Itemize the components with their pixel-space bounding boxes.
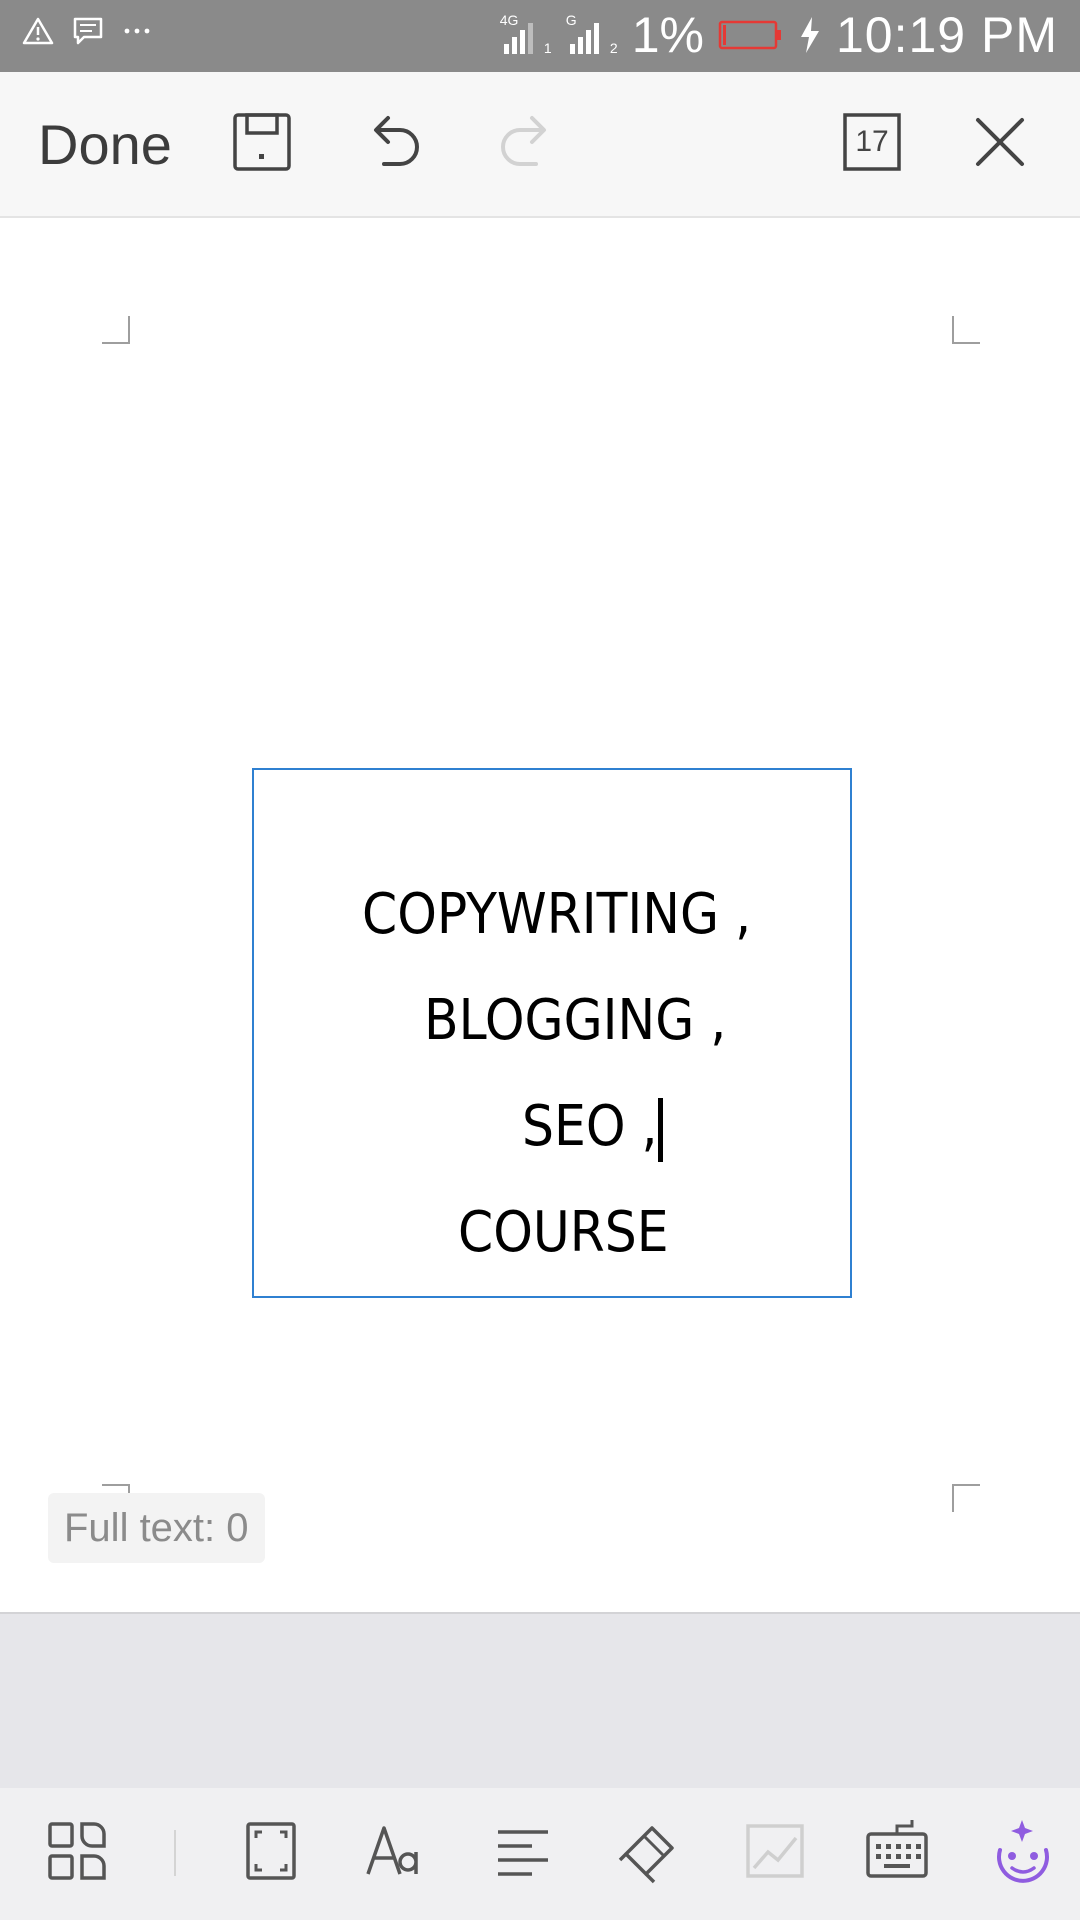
keyboard-placeholder-area <box>0 1612 1080 1790</box>
more-icon <box>124 28 150 34</box>
text-cursor <box>658 1098 663 1162</box>
signal-sim2: G 2 <box>566 12 618 58</box>
font-icon[interactable] <box>362 1816 432 1886</box>
done-button[interactable]: Done <box>38 112 172 177</box>
text-line-3[interactable]: SEO , <box>522 1094 658 1159</box>
margin-corner-bottom-right <box>952 1484 980 1512</box>
document-page[interactable]: COPYWRITING , BLOGGING , SEO , COURSE Fu… <box>0 218 1080 1610</box>
close-icon[interactable] <box>968 110 1032 174</box>
text-line-2[interactable]: BLOGGING , <box>424 988 726 1053</box>
clock: 10:19 PM <box>835 7 1058 63</box>
status-bar: 4G 1 G 2 1% 10:19 PM <box>0 0 1080 72</box>
margin-corner-top-right <box>952 316 980 344</box>
signal-icon <box>503 23 533 54</box>
battery-percent: 1% <box>631 7 704 63</box>
text-line-1[interactable]: COPYWRITING , <box>362 882 751 947</box>
sim-slot-1: 1 <box>543 40 552 56</box>
message-icon <box>73 17 103 45</box>
keyboard-icon[interactable] <box>862 1816 932 1886</box>
fullscreen-icon[interactable] <box>236 1816 306 1886</box>
assistant-icon[interactable] <box>988 1816 1058 1886</box>
toolbar-divider <box>174 1830 176 1876</box>
charging-icon <box>800 17 819 53</box>
battery-low-icon <box>718 20 781 50</box>
redo-icon[interactable] <box>494 110 558 174</box>
signal-sim1: 4G 1 <box>500 12 552 58</box>
apps-icon[interactable] <box>42 1816 112 1886</box>
status-left-icons <box>22 16 152 46</box>
undo-icon[interactable] <box>362 110 426 174</box>
bottom-toolbar <box>0 1788 1080 1920</box>
page-count: 17 <box>855 125 889 158</box>
paint-brush-icon[interactable] <box>614 1816 684 1886</box>
signal-icon <box>569 23 599 54</box>
align-left-icon[interactable] <box>488 1816 558 1886</box>
full-text-count: Full text: 0 <box>48 1493 265 1563</box>
save-icon[interactable] <box>230 110 294 174</box>
editor-toolbar: Done 17 <box>0 72 1080 218</box>
warning-icon <box>22 17 54 45</box>
status-right-icons: 4G 1 G 2 1% 10:19 PM <box>500 6 1058 64</box>
text-box[interactable]: COPYWRITING , BLOGGING , SEO , COURSE <box>252 768 852 1298</box>
text-line-4[interactable]: COURSE <box>458 1200 669 1265</box>
margin-corner-top-left <box>102 316 130 344</box>
chart-icon <box>746 1824 804 1878</box>
sim-slot-2: 2 <box>609 40 618 56</box>
page-count-icon[interactable]: 17 <box>840 110 904 174</box>
